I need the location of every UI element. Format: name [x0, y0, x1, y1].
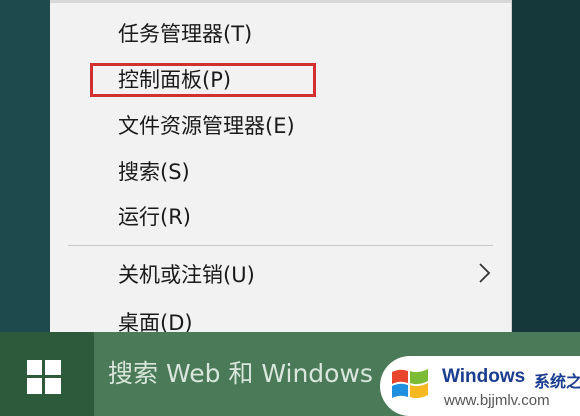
start-button[interactable] — [0, 332, 94, 416]
watermark-url: www.bjjmlv.com — [444, 392, 550, 409]
desktop-background-right — [512, 0, 580, 332]
windows-flag-icon — [392, 369, 428, 399]
watermark-badge: Windows 系统之家 www.bjjmlv.com — [380, 356, 580, 416]
watermark-title: Windows — [442, 366, 526, 387]
windows-logo-icon — [27, 360, 61, 394]
menu-item-shutdown[interactable]: 关机或注销(U) — [118, 257, 255, 293]
search-placeholder: 搜索 Web 和 Windows — [108, 359, 373, 388]
menu-item-file-explorer[interactable]: 文件资源管理器(E) — [118, 108, 295, 144]
watermark-subtitle: 系统之家 — [534, 372, 580, 391]
chevron-right-icon — [479, 263, 491, 283]
desktop-background-left — [0, 0, 50, 332]
menu-item-run[interactable]: 运行(R) — [118, 199, 191, 235]
menu-top-edge — [50, 0, 511, 3]
menu-item-search[interactable]: 搜索(S) — [118, 154, 190, 190]
highlight-box — [90, 63, 316, 97]
start-context-menu: 任务管理器(T) 控制面板(P) 文件资源管理器(E) 搜索(S) 运行(R) … — [50, 0, 512, 340]
menu-item-task-manager[interactable]: 任务管理器(T) — [118, 16, 252, 52]
menu-separator — [68, 245, 493, 246]
